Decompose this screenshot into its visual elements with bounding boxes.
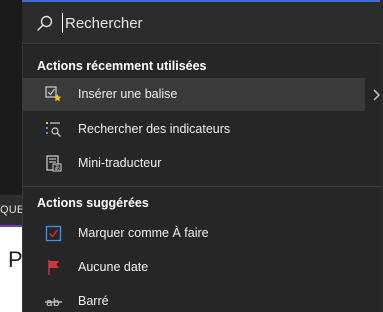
mark-todo-item[interactable]: Marquer comme À faire (23, 217, 365, 250)
strikethrough-icon: ab (45, 296, 62, 309)
svg-text:あ: あ (54, 165, 60, 172)
item-label: Barré (78, 294, 109, 308)
item-label: Insérer une balise (78, 87, 178, 101)
recent-actions-heading: Actions récemment utilisées (37, 59, 207, 73)
translate-icon: あ (46, 155, 62, 172)
document-text: P (8, 247, 23, 272)
no-date-item[interactable]: Aucune date (23, 251, 365, 284)
item-label: Marquer comme À faire (78, 226, 209, 240)
search-icon (37, 15, 53, 31)
text-caret (62, 13, 63, 33)
item-label: Rechercher des indicateurs (78, 122, 231, 136)
search-input[interactable]: Rechercher (65, 15, 143, 32)
search-indicators-item[interactable]: Rechercher des indicateurs (23, 113, 365, 146)
ribbon-tab-label: QUE (0, 204, 25, 216)
chevron-right-icon[interactable] (371, 88, 381, 102)
flag-icon (48, 260, 59, 275)
section-divider (23, 186, 381, 187)
ribbon-tab[interactable]: QUE (0, 195, 25, 227)
checkbox-icon (45, 225, 62, 242)
search-dropdown: Actions récemment utilisées Insérer une … (22, 45, 381, 312)
insert-tag-item[interactable]: Insérer une balise (23, 78, 365, 111)
item-label: Mini-traducteur (78, 156, 162, 170)
tag-star-icon (45, 86, 62, 102)
document-page: P (0, 227, 23, 312)
app-window: QUE P Rechercher Actions récemment utili… (0, 0, 383, 312)
suggested-actions-heading: Actions suggérées (37, 196, 149, 210)
item-label: Aucune date (78, 260, 149, 274)
strikethrough-item[interactable]: ab Barré (23, 285, 365, 312)
search-box[interactable]: Rechercher (22, 0, 380, 44)
mini-translator-item[interactable]: あ Mini-traducteur (23, 147, 365, 180)
search-list-icon (46, 122, 61, 137)
